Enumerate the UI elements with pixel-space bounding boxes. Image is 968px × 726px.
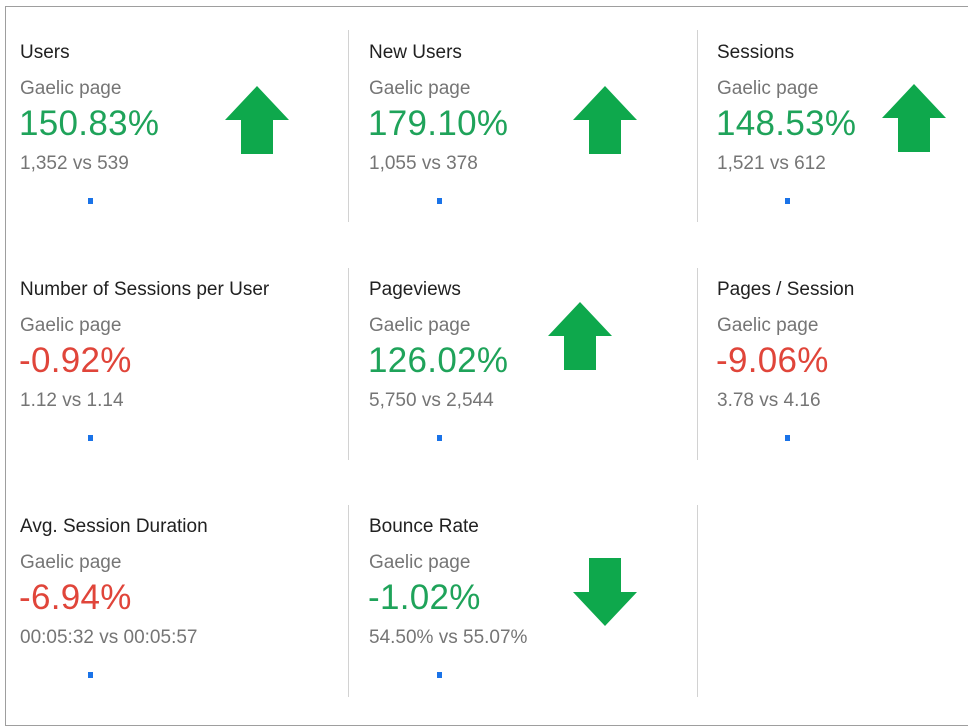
metric-title: Number of Sessions per User bbox=[20, 279, 270, 300]
metric-title: Pages / Session bbox=[717, 279, 855, 300]
segment-label: Gaelic page bbox=[20, 78, 122, 99]
metric-card-pages-per-session[interactable]: Pages / Session Gaelic page -9.06% 3.78 … bbox=[703, 257, 968, 477]
comparison-values: 3.78 vs 4.16 bbox=[717, 390, 821, 411]
up-arrow-icon bbox=[882, 84, 946, 152]
segment-label: Gaelic page bbox=[717, 78, 819, 99]
metric-card-sessions-per-user[interactable]: Number of Sessions per User Gaelic page … bbox=[6, 257, 336, 477]
comparison-values: 00:05:32 vs 00:05:57 bbox=[20, 627, 198, 648]
percent-change: 126.02% bbox=[368, 341, 509, 380]
metric-card-avg-session-duration[interactable]: Avg. Session Duration Gaelic page -6.94%… bbox=[6, 494, 336, 714]
metric-title: Avg. Session Duration bbox=[20, 516, 208, 537]
metric-title: Pageviews bbox=[369, 279, 461, 300]
sparkline bbox=[88, 672, 93, 678]
sparkline bbox=[437, 198, 442, 204]
segment-label: Gaelic page bbox=[20, 552, 122, 573]
percent-change: 150.83% bbox=[19, 104, 160, 143]
up-arrow-icon bbox=[573, 86, 637, 154]
sparkline bbox=[785, 435, 790, 441]
metric-title: New Users bbox=[369, 42, 462, 63]
percent-change: 179.10% bbox=[368, 104, 509, 143]
segment-label: Gaelic page bbox=[20, 315, 122, 336]
column-divider bbox=[697, 505, 698, 697]
sparkline bbox=[437, 435, 442, 441]
segment-label: Gaelic page bbox=[717, 315, 819, 336]
metric-title: Bounce Rate bbox=[369, 516, 479, 537]
comparison-values: 54.50% vs 55.07% bbox=[369, 627, 528, 648]
up-arrow-icon bbox=[548, 302, 612, 370]
column-divider bbox=[348, 505, 349, 697]
metric-title: Sessions bbox=[717, 42, 795, 63]
comparison-values: 5,750 vs 2,544 bbox=[369, 390, 494, 411]
percent-change: -6.94% bbox=[19, 578, 132, 617]
sparkline bbox=[437, 672, 442, 678]
sparkline bbox=[88, 435, 93, 441]
comparison-values: 1.12 vs 1.14 bbox=[20, 390, 124, 411]
comparison-values: 1,055 vs 378 bbox=[369, 153, 478, 174]
sparkline bbox=[88, 198, 93, 204]
metric-card-pageviews[interactable]: Pageviews Gaelic page 126.02% 5,750 vs 2… bbox=[355, 257, 685, 477]
segment-label: Gaelic page bbox=[369, 552, 471, 573]
column-divider bbox=[697, 30, 698, 222]
column-divider bbox=[348, 268, 349, 460]
comparison-values: 1,521 vs 612 bbox=[717, 153, 826, 174]
comparison-values: 1,352 vs 539 bbox=[20, 153, 129, 174]
sparkline bbox=[785, 198, 790, 204]
segment-label: Gaelic page bbox=[369, 315, 471, 336]
column-divider bbox=[697, 268, 698, 460]
column-divider bbox=[348, 30, 349, 222]
metric-title: Users bbox=[20, 42, 70, 63]
percent-change: -9.06% bbox=[716, 341, 829, 380]
down-arrow-icon bbox=[573, 558, 637, 626]
percent-change: -0.92% bbox=[19, 341, 132, 380]
percent-change: 148.53% bbox=[716, 104, 857, 143]
up-arrow-icon bbox=[225, 86, 289, 154]
percent-change: -1.02% bbox=[368, 578, 481, 617]
segment-label: Gaelic page bbox=[369, 78, 471, 99]
